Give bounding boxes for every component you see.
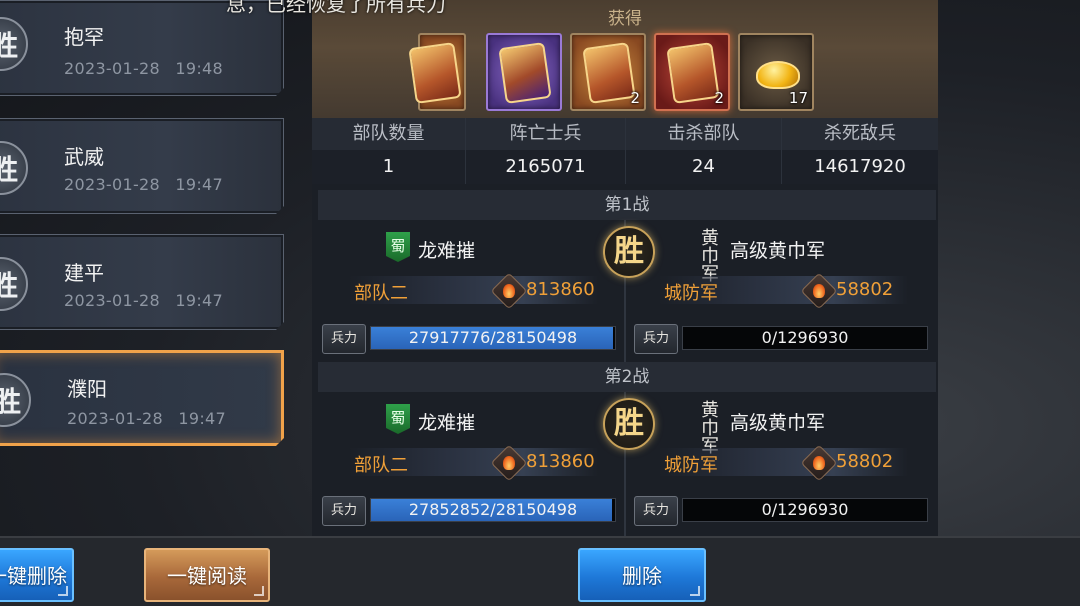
report-item[interactable]: 胜 建平 2023-01-28 19:47 [0, 234, 284, 330]
defender-unit: 城防军 [664, 455, 718, 476]
report-location: 建平 [64, 261, 104, 285]
delete-button[interactable]: 删除 [578, 548, 706, 602]
shu-faction-icon: 蜀 [386, 404, 410, 434]
stat-troop-count: 部队数量 1 [312, 118, 466, 184]
troop-count: 0/1296930 [761, 328, 849, 347]
stat-soldiers-lost: 阵亡士兵 2165071 [466, 118, 626, 184]
stat-value: 24 [626, 150, 781, 184]
report-location: 濮阳 [67, 377, 107, 401]
stat-header: 击杀部队 [626, 118, 781, 150]
reward-count: 17 [788, 89, 808, 107]
gold-ingot-icon[interactable]: 17 [738, 33, 814, 111]
troops-label: 兵力 [322, 324, 366, 354]
bottom-toolbar: 一键删除 一键阅读 删除 [0, 536, 1080, 606]
attacker-unit: 部队二 [354, 283, 408, 304]
report-time: 2023-01-28 19:47 [64, 291, 223, 310]
victory-badge-icon: 胜 [0, 257, 28, 311]
battle-title: 第2战 [318, 362, 936, 392]
troop-count: 27852852/28150498 [408, 500, 578, 519]
report-list: 胜 抱罕 2023-01-28 19:48 胜 武威 2023-01-28 19… [0, 0, 300, 536]
reward-count: 2 [630, 89, 640, 107]
stats-table: 部队数量 1 阵亡士兵 2165071 击杀部队 24 杀死敌兵 1461792… [312, 118, 938, 184]
report-location: 武威 [64, 145, 104, 169]
battle-round: 胜 蜀 龙难摧 部队二 813860 兵力 27917776/28150498 … [318, 220, 936, 364]
stat-value: 2165071 [466, 150, 625, 184]
report-time: 2023-01-28 19:47 [67, 409, 226, 428]
victory-badge-icon: 胜 [0, 141, 28, 195]
stat-troops-killed: 击杀部队 24 [626, 118, 782, 184]
shu-faction-icon: 蜀 [386, 232, 410, 262]
defender-unit: 城防军 [664, 283, 718, 304]
stat-header: 杀死敌兵 [782, 118, 938, 150]
victory-seal-icon: 胜 [603, 226, 655, 278]
attacker-power: 813860 [526, 451, 595, 472]
report-location: 抱罕 [64, 25, 104, 49]
defender-power: 58802 [836, 451, 894, 472]
stat-header: 部队数量 [312, 118, 465, 150]
troop-count: 0/1296930 [761, 500, 849, 519]
troop-token-icon[interactable] [408, 33, 466, 111]
troops-label: 兵力 [322, 496, 366, 526]
battle-title: 第1战 [318, 190, 936, 220]
reward-count: 2 [714, 89, 724, 107]
report-time: 2023-01-28 19:47 [64, 175, 223, 194]
defender-power: 58802 [836, 279, 894, 300]
reward-section: 获得 2 2 17 [312, 0, 938, 118]
report-time: 2023-01-28 19:48 [64, 59, 223, 78]
top-message: 息，已经恢复了所有兵力 [226, 0, 446, 16]
defender-troop-bar: 0/1296930 [682, 498, 928, 522]
report-item[interactable]: 胜 武威 2023-01-28 19:47 [0, 118, 284, 214]
defender-name: 高级黄巾军 [730, 412, 826, 434]
attacker-name: 龙难摧 [418, 412, 476, 434]
stat-enemies-killed: 杀死敌兵 14617920 [782, 118, 938, 184]
battle-report-detail: 获得 2 2 17 部队数量 1 阵亡士兵 2165071 击杀部队 24 杀死… [312, 0, 938, 536]
troop-count: 27917776/28150498 [408, 328, 578, 347]
troops-label: 兵力 [634, 324, 678, 354]
attacker-name: 龙难摧 [418, 240, 476, 262]
troops-label: 兵力 [634, 496, 678, 526]
stat-header: 阵亡士兵 [466, 118, 625, 150]
troop-token-icon[interactable]: 2 [570, 33, 646, 111]
victory-seal-icon: 胜 [603, 398, 655, 450]
report-item-selected[interactable]: 胜 濮阳 2023-01-28 19:47 [0, 350, 284, 446]
victory-badge-icon: 胜 [0, 373, 31, 427]
stat-value: 14617920 [782, 150, 938, 184]
attacker-unit: 部队二 [354, 455, 408, 476]
delete-all-button[interactable]: 一键删除 [0, 548, 74, 602]
defender-name: 高级黄巾军 [730, 240, 826, 262]
attacker-troop-bar: 27852852/28150498 [370, 498, 616, 522]
attacker-troop-bar: 27917776/28150498 [370, 326, 616, 350]
red-token-icon[interactable]: 2 [654, 33, 730, 111]
defender-troop-bar: 0/1296930 [682, 326, 928, 350]
read-all-button[interactable]: 一键阅读 [144, 548, 270, 602]
purple-token-icon[interactable] [486, 33, 562, 111]
battle-round: 胜 蜀 龙难摧 部队二 813860 兵力 27852852/28150498 … [318, 392, 936, 536]
stat-value: 1 [312, 150, 465, 184]
victory-badge-icon: 胜 [0, 17, 28, 71]
attacker-power: 813860 [526, 279, 595, 300]
